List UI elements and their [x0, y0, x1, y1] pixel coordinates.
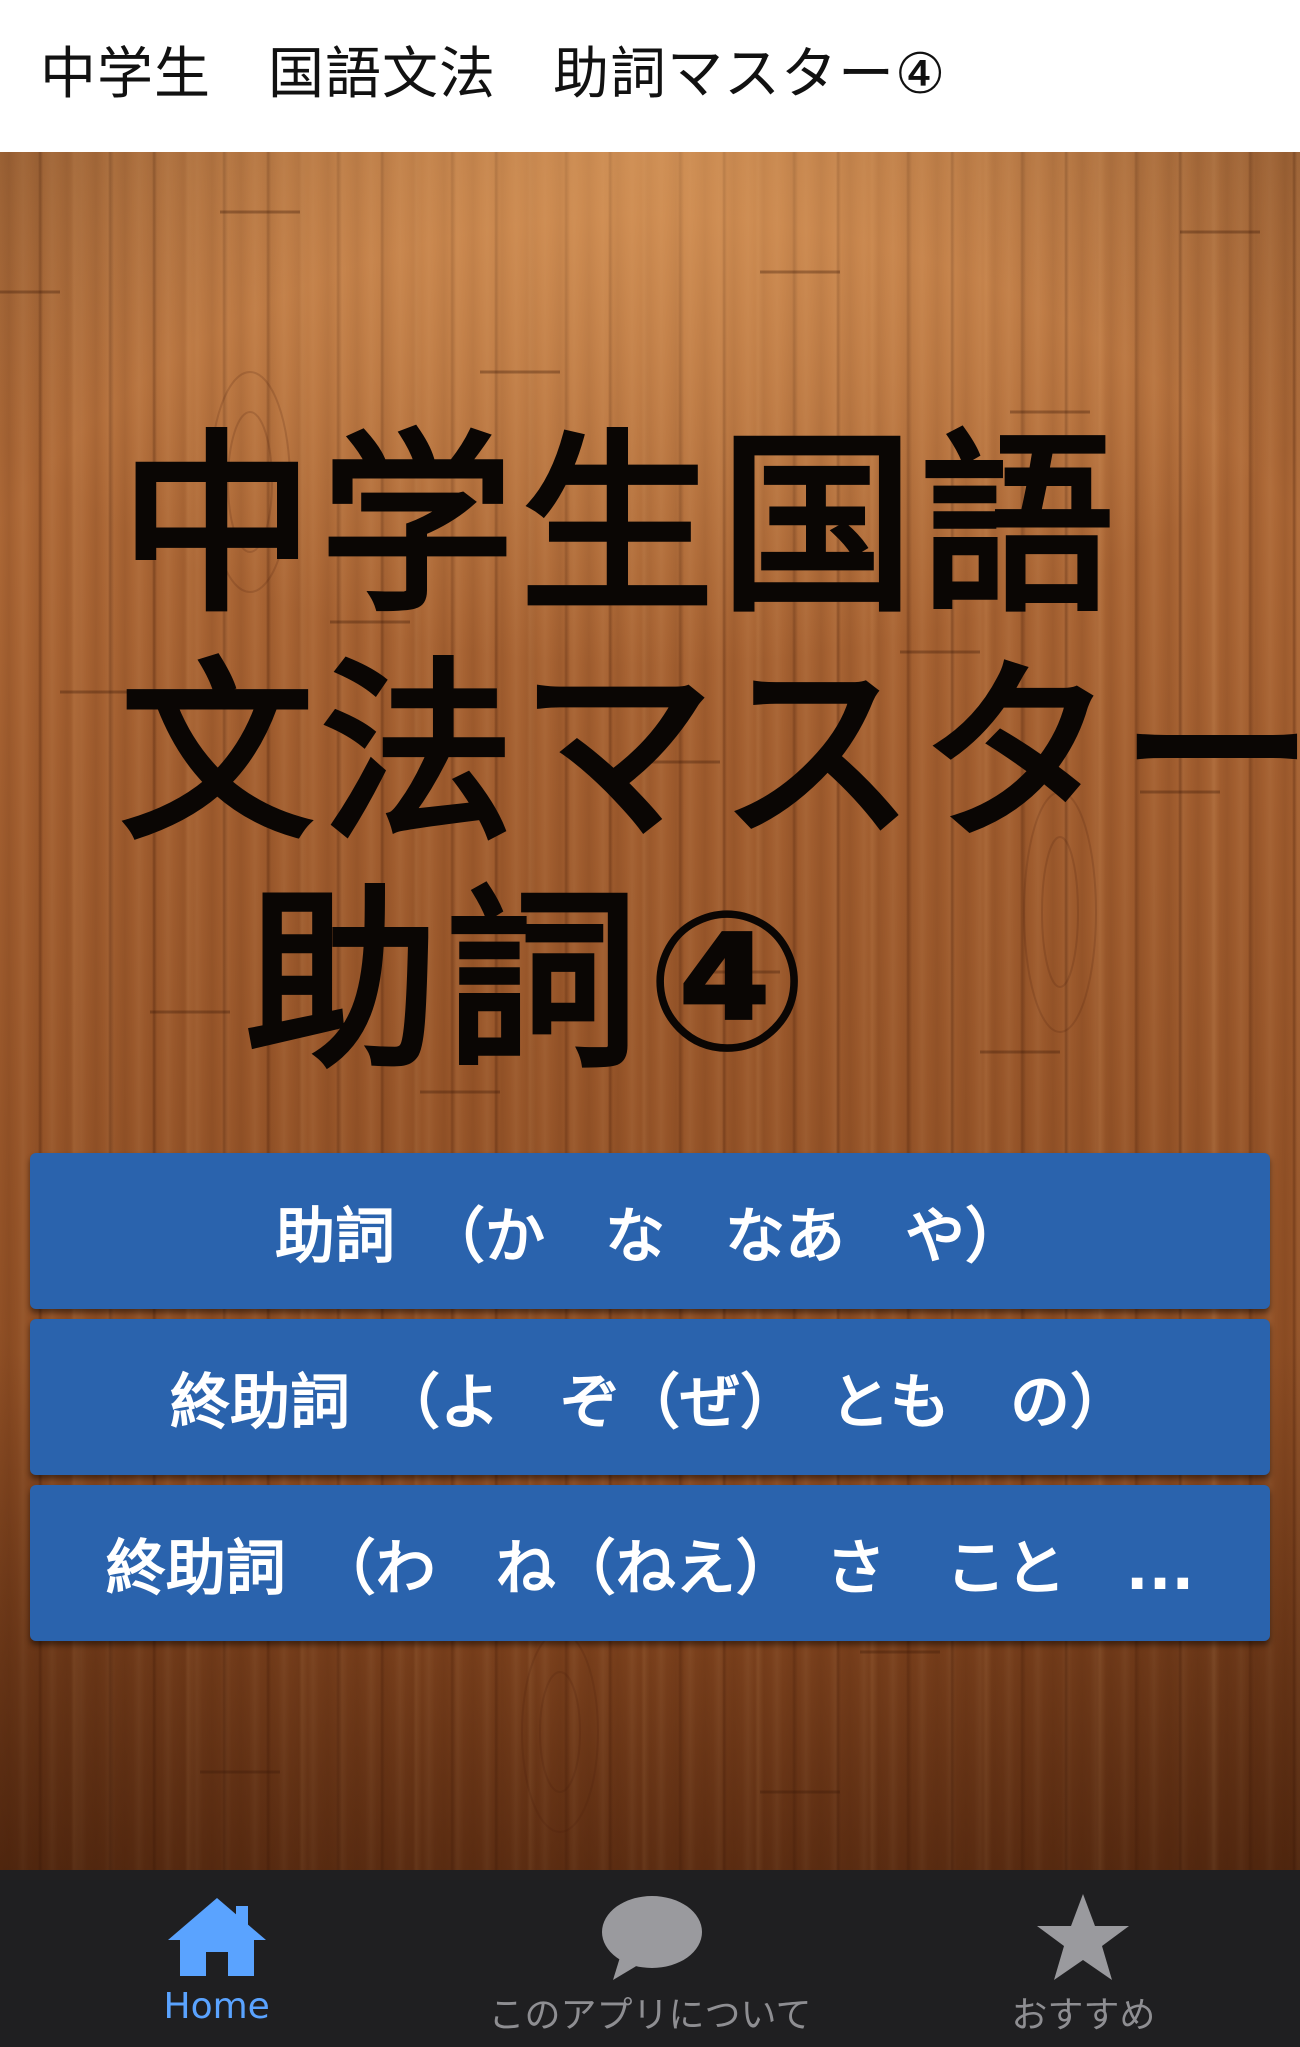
hero-line-3: 助詞④: [245, 868, 816, 1095]
menu-button-kana-na-naa-ya[interactable]: 助詞 （か な なあ や）: [30, 1153, 1270, 1309]
home-icon: [167, 1898, 266, 1976]
hero-line-2: 文法マスター: [120, 640, 1300, 867]
menu-button-yo-zo-tomo-no[interactable]: 終助詞 （よ ぞ（ぜ） とも の）: [30, 1319, 1270, 1475]
menu-button-label: 終助詞 （よ ぞ（ぜ） とも の）: [170, 1367, 1130, 1438]
menu-button-label: 終助詞 （わ ね（ねえ） さ こと ...: [105, 1533, 1195, 1604]
nav-item-about[interactable]: このアプリについて: [433, 1870, 866, 2047]
chat-bubble-icon: [601, 1896, 702, 1980]
nav-item-home[interactable]: Home: [0, 1870, 433, 2047]
app-bar-title: 中学生 国語文法 助詞マスター④: [40, 41, 947, 107]
bottom-navigation: Home このアプリについて おすすめ: [0, 1870, 1300, 2047]
menu-button-label: 助詞 （か な なあ や）: [275, 1201, 1025, 1272]
nav-label-home: Home: [163, 1986, 270, 2027]
star-icon: [1037, 1894, 1130, 1980]
menu-button-wa-ne-sa-koto[interactable]: 終助詞 （わ ね（ねえ） さ こと ...: [30, 1485, 1270, 1641]
nav-label-recommend: おすすめ: [1011, 1995, 1156, 2036]
hero-title: 中学生国語 文法マスター 助詞④: [120, 412, 1300, 1096]
nav-label-about: このアプリについて: [488, 1995, 812, 2036]
nav-item-recommend[interactable]: おすすめ: [867, 1870, 1300, 2047]
app-bar: 中学生 国語文法 助詞マスター④: [0, 0, 1300, 152]
hero-line-1: 中学生国語: [120, 412, 1120, 639]
